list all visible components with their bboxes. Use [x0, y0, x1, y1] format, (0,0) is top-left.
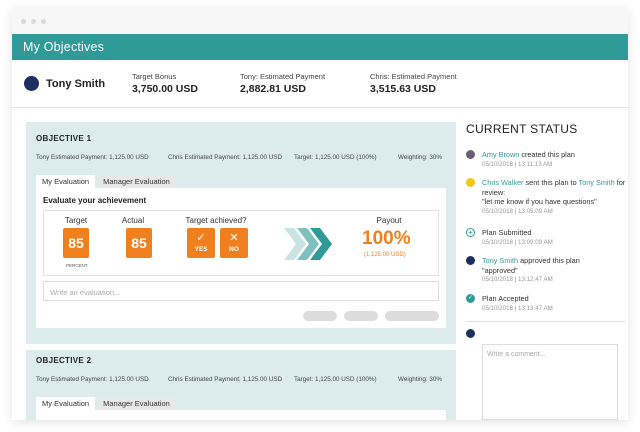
avatar	[466, 150, 475, 159]
objective-title: OBJECTIVE 2	[36, 356, 92, 365]
stat-label: Chris: Estimated Payment	[370, 72, 457, 81]
action-buttons	[43, 311, 439, 321]
objectives-panel: OBJECTIVE 1 Tony Estimated Payment: 1,12…	[26, 122, 456, 420]
target-label: Target	[64, 216, 88, 225]
event-timestamp: 05/10/2018 | 13:13:47 AM	[482, 304, 553, 312]
comment-input[interactable]: Write a comment...	[482, 344, 618, 420]
event-actor[interactable]: Chris Walker	[482, 178, 524, 187]
payout-value: 100%	[362, 228, 411, 249]
event-timestamp: 05/10/2018 | 13:12:47 AM	[482, 276, 553, 283]
meta-target: Target: 1,125.00 USD (100%)	[294, 376, 377, 383]
meta-chris-payment: Chris Estimated Payment: 1,125.00 USD	[168, 376, 283, 383]
yes-button[interactable]: ✓ YES	[187, 228, 215, 258]
status-event: Tony Smith approved this plan "approved"…	[466, 256, 626, 285]
status-event: + Plan Submitted 05/10/2018 | 13:09:09 A…	[466, 228, 626, 247]
achieved-label: Target achieved?	[185, 216, 247, 225]
evaluation-tabs: My Evaluation Manager Evaluation	[36, 397, 446, 410]
panel-title: Evaluate your achievement	[43, 196, 147, 205]
window-chrome	[12, 8, 628, 34]
event-quote: "let me know if you have questions"	[482, 197, 597, 206]
target-unit: PERCENT	[66, 263, 88, 268]
status-divider	[466, 321, 626, 322]
event-timestamp: 05/10/2018 | 13:11:13 AM	[482, 160, 553, 168]
event-target[interactable]: Tony Smith	[579, 178, 615, 187]
payout-amount: (1,125.00 USD)	[364, 252, 406, 258]
objective-meta: Tony Estimated Payment: 1,125.00 USD Chr…	[36, 376, 446, 383]
check-icon: ✓	[466, 294, 475, 303]
meta-tony-payment: Tony Estimated Payment: 1,125.00 USD	[36, 376, 149, 383]
window-dot-icon[interactable]	[41, 18, 46, 24]
window-dot-icon[interactable]	[31, 18, 36, 24]
objective-meta: Tony Estimated Payment: 1,125.00 USD Chr…	[36, 154, 446, 161]
tab-my-evaluation[interactable]: My Evaluation	[36, 175, 96, 188]
avatar	[466, 178, 475, 187]
event-actor[interactable]: Amy Brown	[482, 150, 519, 159]
meta-chris-payment: Chris Estimated Payment: 1,125.00 USD	[168, 154, 283, 161]
status-event: ✓ Plan Accepted 05/10/2018 | 13:13:47 AM	[466, 294, 626, 313]
window-dot-icon[interactable]	[21, 18, 26, 24]
evaluation-tabs: My Evaluation Manager Evaluation	[36, 175, 446, 188]
user-name: Tony Smith	[46, 77, 106, 90]
evaluation-panel: Evaluate your achievement Target 85 PERC…	[36, 188, 446, 328]
chris-estimated-stat: Chris: Estimated Payment 3,515.63 USD	[370, 72, 500, 95]
objective-title: OBJECTIVE 1	[36, 134, 92, 143]
avatar	[466, 256, 475, 265]
action-button[interactable]	[303, 311, 337, 321]
close-icon: ✕	[229, 232, 239, 244]
actual-tile: 85	[126, 228, 152, 258]
target-bonus-stat: Target Bonus 3,750.00 USD	[132, 72, 240, 95]
meta-weighting: Weighting: 30%	[398, 154, 442, 161]
meta-weighting: Weighting: 30%	[398, 376, 442, 383]
progress-chevrons-icon	[284, 228, 332, 260]
event-text: Plan Submitted	[482, 228, 532, 237]
check-icon: ✓	[196, 232, 206, 244]
meta-target: Target: 1,125.00 USD (100%)	[294, 154, 377, 161]
event-timestamp: 05/10/2018 | 13:05:09 AM	[482, 207, 553, 215]
action-button[interactable]	[344, 311, 378, 321]
status-title: CURRENT STATUS	[466, 122, 578, 136]
event-text: sent this plan to	[523, 178, 579, 187]
status-event: Chris Walker sent this plan to Tony Smit…	[466, 178, 626, 216]
status-event: Amy Brown created this plan 05/10/2018 |…	[466, 150, 626, 169]
no-button[interactable]: ✕ NO	[220, 228, 248, 258]
event-quote: "approved"	[482, 265, 518, 275]
event-text: created this plan	[519, 150, 575, 159]
actual-label: Actual	[121, 216, 145, 225]
app-window: My Objectives Tony Smith Target Bonus 3,…	[12, 8, 628, 420]
stat-label: Tony: Estimated Payment	[240, 72, 326, 81]
target-tile: 85	[63, 228, 89, 258]
avatar	[466, 329, 475, 338]
evaluation-panel	[36, 410, 446, 420]
plus-icon: +	[466, 228, 475, 237]
tab-manager-evaluation[interactable]: Manager Evaluation	[97, 175, 176, 188]
stat-value: 2,882.81 USD	[240, 83, 306, 95]
stat-label: Target Bonus	[132, 72, 177, 81]
event-actor[interactable]: Tony Smith	[482, 256, 518, 265]
no-label: NO	[229, 246, 239, 253]
event-text: approved this plan	[518, 256, 580, 265]
tony-estimated-stat: Tony: Estimated Payment 2,882.81 USD	[240, 72, 370, 95]
event-timestamp: 05/10/2018 | 13:09:09 AM	[482, 238, 553, 246]
stat-value: 3,515.63 USD	[370, 83, 436, 95]
stat-value: 3,750.00 USD	[132, 83, 198, 95]
event-text: Plan Accepted	[482, 294, 529, 303]
page-title: My Objectives	[12, 34, 628, 60]
tab-manager-evaluation[interactable]: Manager Evaluation	[97, 397, 176, 410]
evaluation-input[interactable]: Write an evaluation...	[43, 281, 439, 301]
meta-tony-payment: Tony Estimated Payment: 1,125.00 USD	[36, 154, 149, 161]
tab-my-evaluation[interactable]: My Evaluation	[36, 397, 96, 410]
achievement-box: Target 85 PERCENT Actual 85 Target achie…	[43, 210, 439, 276]
summary-bar: Tony Smith Target Bonus 3,750.00 USD Ton…	[12, 60, 628, 108]
avatar[interactable]	[24, 76, 39, 91]
objective-1: OBJECTIVE 1 Tony Estimated Payment: 1,12…	[26, 122, 456, 328]
action-button[interactable]	[385, 311, 439, 321]
status-panel: CURRENT STATUS Amy Brown created this pl…	[466, 122, 628, 420]
payout-label: Payout	[376, 216, 402, 225]
objective-2: OBJECTIVE 2 Tony Estimated Payment: 1,12…	[26, 350, 456, 420]
yes-label: YES	[194, 246, 208, 253]
